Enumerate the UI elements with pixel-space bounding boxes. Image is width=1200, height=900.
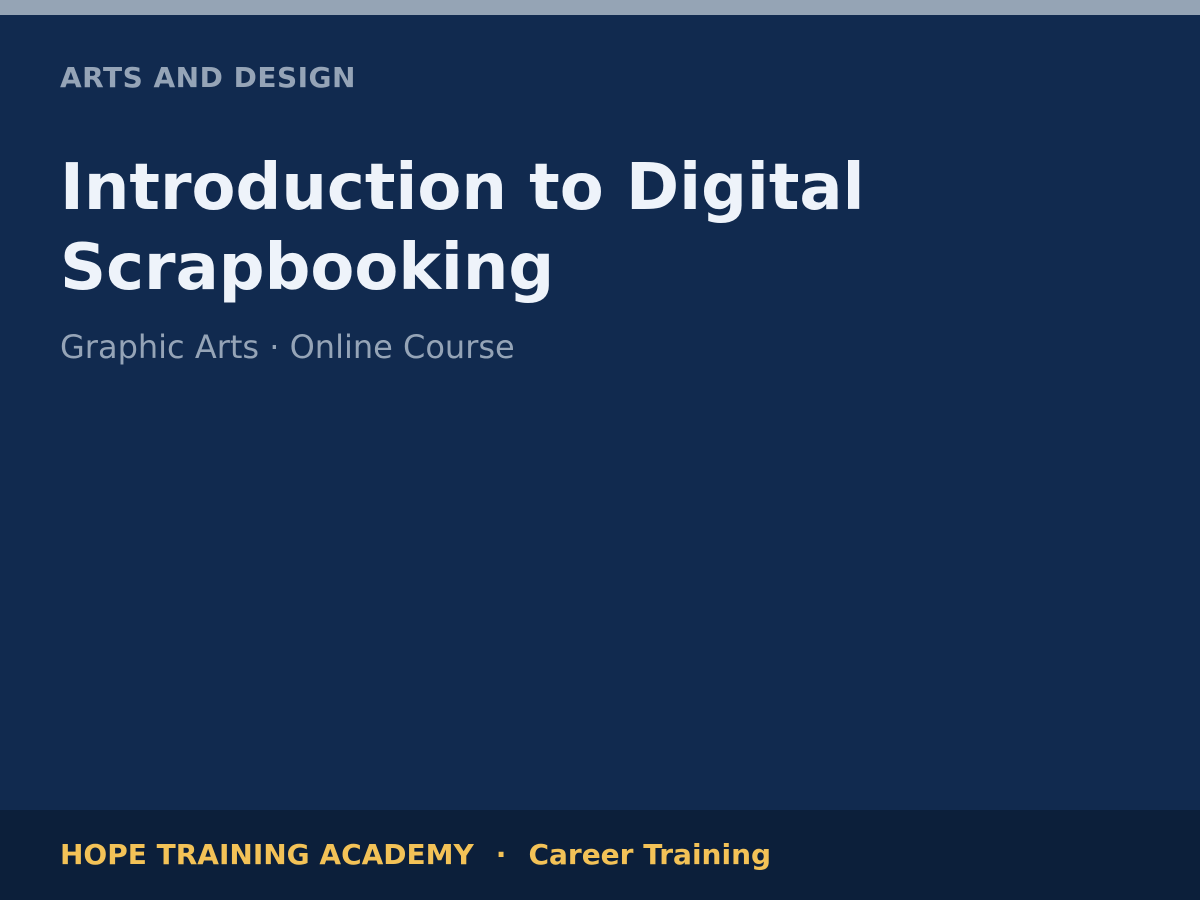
course-title: Introduction to Digital Scrapbooking <box>60 151 865 305</box>
footer-content: HOPE TRAINING ACADEMY · Career Training <box>60 834 771 876</box>
organization-name: HOPE TRAINING ACADEMY <box>60 838 474 871</box>
category-label: ARTS AND DESIGN <box>60 61 356 94</box>
footer-separator: · <box>495 838 507 871</box>
footer-bar: HOPE TRAINING ACADEMY · Career Training <box>0 810 1200 900</box>
footer-tagline: Career Training <box>528 838 772 871</box>
course-subtitle: Graphic Arts · Online Course <box>60 328 515 366</box>
course-title-slide: ARTS AND DESIGN Introduction to Digital … <box>0 0 1200 900</box>
top-accent-bar <box>0 0 1200 15</box>
